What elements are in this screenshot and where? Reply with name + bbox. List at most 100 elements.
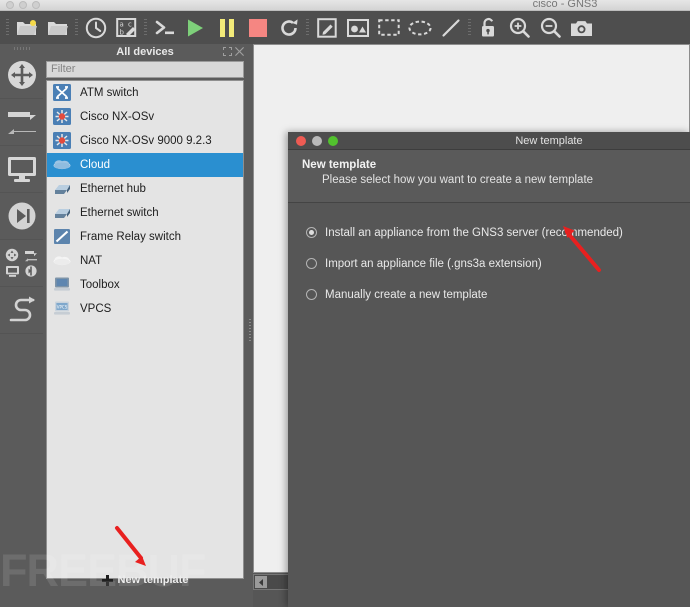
new-template-dialog: New template New template Please select … [288, 132, 690, 607]
device-list-item[interactable]: Toolbox [47, 273, 243, 297]
device-list-item-label: NAT [80, 255, 102, 267]
dialog-body: Install an appliance from the GNS3 serve… [288, 203, 690, 306]
end-devices-icon [6, 155, 38, 183]
sidebar-item-switches[interactable] [0, 99, 43, 146]
radio-option-label: Install an appliance from the GNS3 serve… [325, 227, 623, 239]
sidebar-item-all-devices[interactable] [0, 240, 43, 287]
device-list-item[interactable]: Cisco NX-OSv [47, 105, 243, 129]
camera-icon[interactable] [566, 14, 597, 42]
reload-icon[interactable] [273, 14, 304, 42]
toolbar-grip-4[interactable] [304, 17, 311, 39]
radio-button[interactable] [306, 227, 317, 238]
console-icon[interactable] [149, 14, 180, 42]
device-list-item[interactable]: Cloud [47, 153, 243, 177]
dock-header: All devices [43, 44, 247, 59]
radio-button[interactable] [306, 258, 317, 269]
device-list-item-label: Ethernet hub [80, 183, 146, 195]
radio-option-row[interactable]: Import an appliance file (.gns3a extensi… [306, 252, 690, 275]
dialog-header: New template Please select how you want … [288, 150, 690, 203]
all-devices-dock: All devices ATM switch Cisco NX-OSv Cisco … [43, 44, 247, 607]
nxos-icon [51, 131, 72, 151]
device-list-item-label: Cloud [80, 159, 110, 171]
device-list-item-label: Cisco NX-OSv [80, 111, 154, 123]
device-list-item-label: Frame Relay switch [80, 231, 181, 243]
device-list-item[interactable]: NAT [47, 249, 243, 273]
switches-icon [4, 109, 40, 135]
device-list-item-label: ATM switch [80, 87, 139, 99]
gns3-application-window: cisco - GNS3 [0, 0, 690, 607]
svg-text:VPCS: VPCS [56, 304, 67, 309]
sidebar-item-routers[interactable] [0, 52, 43, 99]
window-maximize-button[interactable] [32, 1, 40, 9]
device-list-item-label: VPCS [80, 303, 111, 315]
zoom-out-icon[interactable] [535, 14, 566, 42]
window-traffic-lights[interactable] [6, 1, 40, 9]
vpcs-icon: VPCS [51, 299, 72, 319]
radio-button[interactable] [306, 289, 317, 300]
all-devices-icon [4, 248, 40, 278]
toolbar-grip-5[interactable] [466, 17, 473, 39]
security-devices-icon [6, 200, 38, 232]
ethernet-hub-icon [51, 179, 72, 199]
device-list-item[interactable]: Ethernet switch [47, 201, 243, 225]
recent-projects-icon[interactable] [80, 14, 111, 42]
toolbar-grip-3[interactable] [142, 17, 149, 39]
line-icon[interactable] [435, 14, 466, 42]
ellipse-icon[interactable] [404, 14, 435, 42]
dialog-titlebar: New template [288, 132, 690, 150]
device-list-item[interactable]: VPCS VPCS [47, 297, 243, 321]
window-title: cisco - GNS3 [440, 0, 690, 11]
window-minimize-button[interactable] [19, 1, 27, 9]
device-list[interactable]: ATM switch Cisco NX-OSv Cisco NX-OSv 9000 … [46, 80, 244, 579]
sidebar-item-security-devices[interactable] [0, 193, 43, 240]
svg-text:c: c [128, 20, 132, 28]
screenshot-annotate-icon[interactable]: a c b [111, 14, 142, 42]
open-project-icon[interactable] [42, 14, 73, 42]
device-list-item-label: Toolbox [80, 279, 120, 291]
device-list-item[interactable]: Frame Relay switch [47, 225, 243, 249]
radio-option-row[interactable]: Manually create a new template [306, 283, 690, 306]
add-link-icon [5, 295, 39, 325]
radio-option-label: Manually create a new template [325, 289, 487, 301]
insert-image-icon[interactable] [342, 14, 373, 42]
toolbar-grip-2[interactable] [73, 17, 80, 39]
toolbar-grip[interactable] [4, 17, 11, 39]
category-bar-grip[interactable] [0, 44, 43, 52]
close-icon[interactable] [235, 47, 244, 56]
svg-text:b: b [120, 28, 125, 36]
ethernet-switch-icon [51, 203, 72, 223]
radio-option-label: Import an appliance file (.gns3a extensi… [325, 258, 542, 270]
new-project-icon[interactable] [11, 14, 42, 42]
frame-relay-icon [51, 227, 72, 247]
edit-note-icon[interactable] [311, 14, 342, 42]
device-list-item[interactable]: Ethernet hub [47, 177, 243, 201]
pause-icon[interactable] [211, 14, 242, 42]
stop-icon[interactable] [242, 14, 273, 42]
start-icon[interactable] [180, 14, 211, 42]
dock-title: All devices [116, 46, 173, 58]
device-list-item-label: Ethernet switch [80, 207, 159, 219]
sidebar-item-end-devices[interactable] [0, 146, 43, 193]
zoom-in-icon[interactable] [504, 14, 535, 42]
cloud-icon [51, 155, 72, 175]
float-icon[interactable] [223, 47, 232, 56]
svg-text:a: a [120, 20, 124, 28]
dialog-subheading: Please select how you want to create a n… [302, 174, 690, 186]
watermark-text: FREEBUF [0, 547, 250, 595]
routers-icon [5, 58, 39, 92]
window-close-button[interactable] [6, 1, 14, 9]
device-list-item[interactable]: ATM switch [47, 81, 243, 105]
lock-icon[interactable] [473, 14, 504, 42]
device-category-bar [0, 44, 43, 607]
scroll-left-arrow-icon[interactable] [255, 576, 267, 588]
filter-input[interactable] [46, 61, 244, 78]
sidebar-item-add-link[interactable] [0, 287, 43, 334]
toolbox-icon [51, 275, 72, 295]
rectangle-icon[interactable] [373, 14, 404, 42]
device-list-item[interactable]: Cisco NX-OSv 9000 9.2.3 [47, 129, 243, 153]
main-toolbar: a c b [0, 11, 690, 44]
dialog-window-title: New template [288, 132, 690, 150]
atm-switch-icon [51, 83, 72, 103]
radio-option-row[interactable]: Install an appliance from the GNS3 serve… [306, 221, 690, 244]
dialog-heading: New template [302, 159, 690, 171]
